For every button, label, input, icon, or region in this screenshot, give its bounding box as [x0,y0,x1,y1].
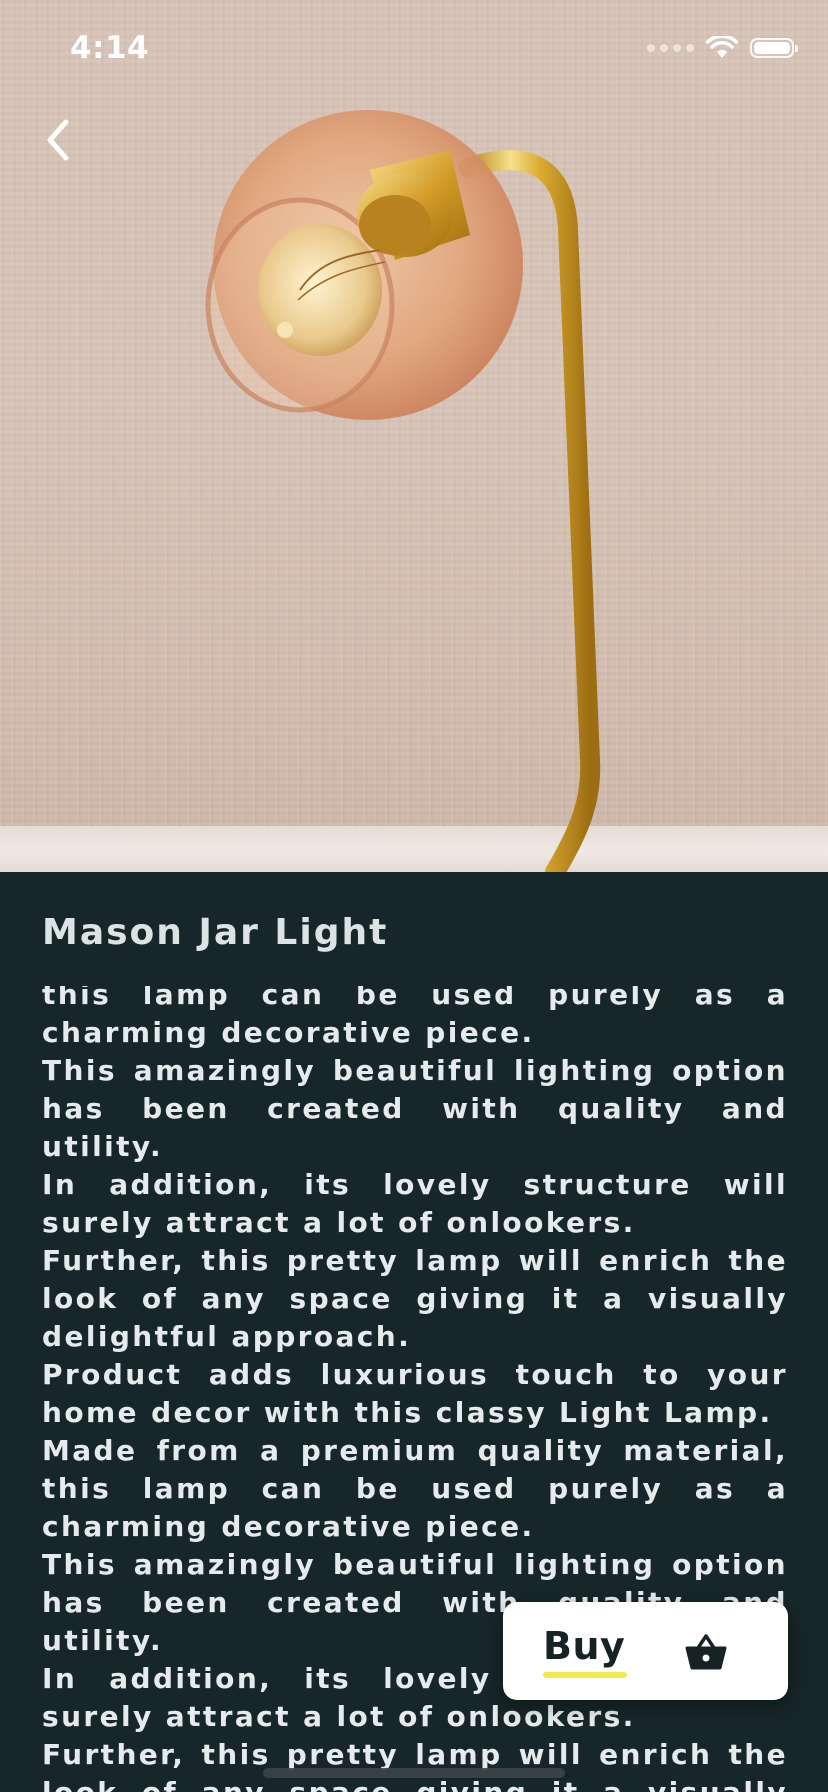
basket-icon [685,1634,727,1670]
back-button[interactable] [30,112,86,168]
status-icons [647,36,798,60]
product-detail-screen: 4:14 Mason Jar Light this lamp can be us… [0,0,828,1792]
status-time: 4:14 [70,30,150,66]
wifi-icon [706,36,738,58]
product-image [0,0,828,872]
buy-label: Buy [543,1624,626,1668]
product-title: Mason Jar Light [42,912,389,953]
home-indicator [263,1768,565,1778]
status-bar: 4:14 [0,0,828,100]
battery-icon [750,38,798,58]
buy-underline [543,1672,627,1678]
chevron-left-icon [47,119,69,161]
lamp-image [205,110,601,872]
buy-button[interactable]: Buy [503,1602,788,1700]
cellular-signal-icon [647,44,694,52]
